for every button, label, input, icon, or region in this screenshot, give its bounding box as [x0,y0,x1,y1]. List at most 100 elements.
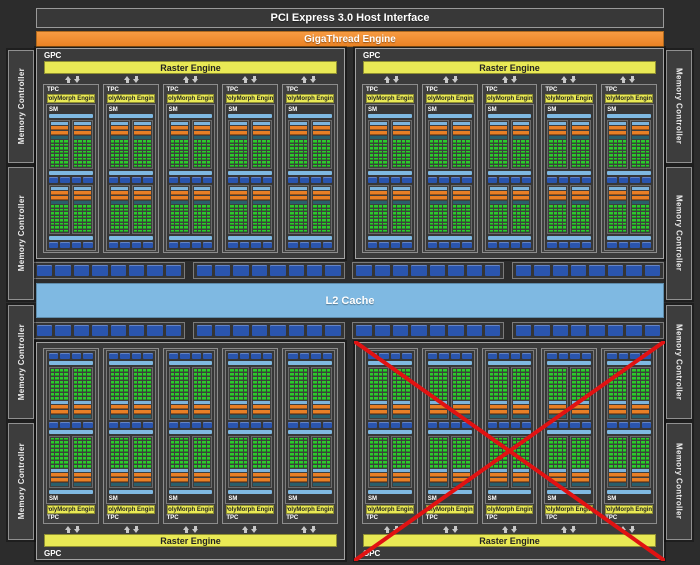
cuda-core-cell [170,208,175,211]
cuda-core-cell [299,437,303,441]
cuda-core-cell [401,388,406,392]
dispatch-bar [572,404,590,409]
cuda-core-cell [622,150,627,153]
cuda-core-cell [73,164,78,167]
register-file-bar [452,414,470,418]
cuda-core-cell [119,164,124,167]
cuda-core-cell [253,453,257,457]
memory-chip [110,265,126,276]
warp-scheduler-bar [73,187,91,190]
cuda-core-cell [294,396,299,400]
cuda-core-cell [562,445,567,449]
core-grid [609,437,627,468]
sm-core-block [108,367,130,420]
cuda-core-cell [59,150,64,153]
cuda-core-cell [262,215,266,218]
tpc-label: TPC [545,87,558,93]
cuda-core-cell [266,457,271,461]
cuda-core-cell [262,164,266,167]
sm-box: SM [105,104,156,251]
cuda-core-cell [179,449,184,453]
cuda-core-cell [197,205,202,208]
cuda-core-cell [392,384,397,388]
cuda-core-cell [636,465,641,468]
arrow-down-icon [393,525,399,533]
cuda-core-cell [133,461,138,465]
cuda-core-cell [581,212,585,215]
cuda-core-cell [87,154,91,157]
sm-core-block [288,185,310,234]
cuda-core-cell [82,222,87,225]
cuda-core-cell [124,461,128,465]
cuda-core-cell [257,150,262,153]
cuda-core-cell [641,154,645,157]
cuda-core-cell [179,461,184,465]
cuda-core-cell [115,157,119,160]
dispatch-bar [193,404,211,409]
cuda-core-cell [82,376,87,380]
sm-block-row [49,367,93,420]
register-file-bar [110,136,128,139]
warp-scheduler-bar [253,187,271,190]
cuda-core-cell [374,445,378,449]
cuda-core-cell [636,208,641,211]
memory-chip [165,325,181,336]
cuda-core-cell [521,396,525,400]
cuda-core-cell [119,392,124,396]
dispatch-bar [609,131,627,135]
cuda-core-cell [175,372,179,376]
cuda-core-cell [175,226,179,229]
cuda-core-cell [618,215,622,218]
cuda-core-cell [576,396,581,400]
cuda-core-cell [613,457,618,461]
cuda-core-cell [525,164,530,167]
memory-chip [515,325,532,336]
cuda-core-cell [438,215,443,218]
cuda-core-cell [230,369,234,372]
cuda-core-cell [230,157,234,160]
cuda-core-cell [618,161,622,164]
cuda-core-cell [553,212,558,215]
cuda-core-cell [562,384,567,388]
cuda-core-cell [457,157,461,160]
cuda-core-cell [142,392,147,396]
arrow-down-icon [452,75,458,83]
cuda-core-cell [434,208,438,211]
cuda-core-cell [294,384,299,388]
cuda-core-cell [549,164,553,167]
cuda-core-cell [494,445,498,449]
cuda-core-cell [645,453,649,457]
cuda-core-cell [383,157,387,160]
cuda-core-cell [234,208,239,211]
cuda-core-cell [110,369,115,372]
dispatch-bar [51,473,68,477]
tex-unit-chip [108,242,119,248]
cuda-core-cell [234,205,239,208]
cuda-core-cell [87,161,91,164]
cuda-core-cell [572,376,576,380]
pci-express-bar: PCI Express 3.0 Host Interface [36,8,664,28]
core-grid [110,205,128,232]
cuda-core-cell [124,161,128,164]
dispatch-bar [572,126,590,130]
cuda-core-cell [59,372,64,376]
cuda-core-cell [609,208,613,211]
cuda-core-cell [632,222,636,225]
cuda-core-cell [525,140,530,143]
cuda-core-cell [55,143,59,146]
tex-unit-chip [450,242,461,248]
cuda-core-cell [230,215,234,218]
cuda-core-cell [503,150,507,153]
dispatch-bar [313,409,330,414]
tex-unit-row [228,177,273,183]
cuda-core-cell [64,461,68,465]
cuda-core-cell [558,205,562,208]
cuda-core-cell [618,465,622,468]
sm-label: SM [547,496,557,502]
cuda-core-cell [197,154,202,157]
dispatch-bar [489,404,507,409]
cuda-core-cell [230,143,234,146]
tex-unit-chip [49,242,59,248]
cuda-core-cell [461,229,466,232]
cuda-core-cell [59,157,64,160]
